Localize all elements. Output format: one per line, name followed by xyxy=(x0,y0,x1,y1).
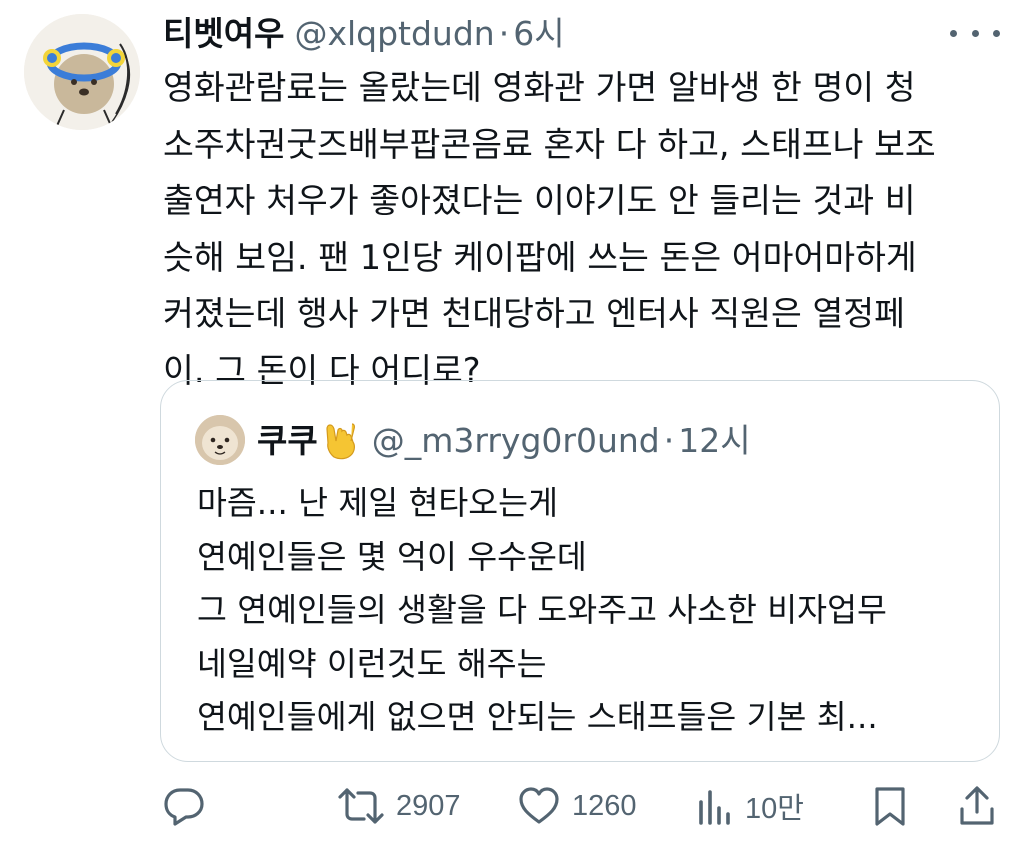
tweet-text: 영화관람료는 올랐는데 영화관 가면 알바생 한 명이 청 소주차권굿즈배부팝콘… xyxy=(163,60,993,399)
quoted-text: 마즘... 난 제일 현타오는게 연예인들은 몇 억이 우수운데 그 연예인들의… xyxy=(197,477,977,745)
tweet-time[interactable]: 6시 xyxy=(513,10,564,58)
rock-on-emoji xyxy=(322,421,360,461)
views-count: 10만 xyxy=(745,793,804,825)
share-icon xyxy=(960,786,994,825)
retweet-count: 2907 xyxy=(396,789,461,822)
quoted-time: 12시 xyxy=(678,421,751,460)
tweet-text-line: 슷해 보임. 팬 1인당 케이팝에 쓰는 돈은 어마어마하게 xyxy=(163,237,917,277)
quoted-tweet[interactable]: 쿠쿠 @_m3rryg0r0und · 12시 마즘... 난 제일 현타오는게… xyxy=(160,380,1000,762)
retweet-icon xyxy=(338,788,384,824)
avatar-image xyxy=(24,14,140,130)
quoted-text-line: 연예인들에게 없으면 안되는 스태프들은 기본 최... xyxy=(197,698,878,736)
quoted-author-name: 쿠쿠 xyxy=(257,421,318,460)
more-icon[interactable] xyxy=(950,18,1000,48)
views-button[interactable]: 10만 xyxy=(697,781,804,831)
quoted-text-line: 연예인들은 몇 억이 우수운데 xyxy=(197,537,587,576)
reply-button[interactable] xyxy=(163,781,205,831)
author-avatar[interactable] xyxy=(24,14,140,130)
like-count: 1260 xyxy=(572,789,637,822)
quoted-text-line: 그 연예인들의 생활을 다 도와주고 사소한 비자업무 xyxy=(197,591,887,629)
more-dot xyxy=(971,29,979,37)
views-icon xyxy=(699,790,730,825)
like-button[interactable]: 1260 xyxy=(518,781,637,831)
separator-dot: · xyxy=(663,421,675,460)
quoted-text-line: 네일예약 이런것도 해주는 xyxy=(197,644,547,683)
quoted-header: 쿠쿠 @_m3rryg0r0und · 12시 xyxy=(257,419,751,463)
tweet-text-line: 커졌는데 행사 가면 천대당하고 엔터사 직원은 열정페 xyxy=(163,294,905,333)
author-handle[interactable]: @xlqptdudn xyxy=(294,10,494,58)
author-name[interactable]: 티벳여우 xyxy=(163,10,284,58)
retweet-button[interactable]: 2907 xyxy=(338,781,461,831)
bookmark-icon xyxy=(875,787,905,826)
quoted-avatar-image xyxy=(195,415,245,465)
share-button[interactable] xyxy=(958,781,996,831)
tweet-text-line: 소주차권굿즈배부팝콘음료 혼자 다 하고, 스태프나 보조 xyxy=(163,124,936,164)
separator-dot: · xyxy=(498,14,510,53)
quoted-author-handle: @_m3rryg0r0und xyxy=(371,421,660,460)
tweet-text-line: 출연자 처우가 좋아졌다는 이야기도 안 들리는 것과 비 xyxy=(163,181,916,220)
tweet-text-line: 영화관람료는 올랐는데 영화관 가면 알바생 한 명이 청 xyxy=(163,68,916,107)
reply-icon xyxy=(164,788,204,826)
quoted-text-line: 마즘... 난 제일 현타오는게 xyxy=(197,484,558,522)
tweet-header: 티벳여우 @xlqptdudn · 6시 xyxy=(163,10,565,58)
like-icon xyxy=(519,787,559,824)
more-dot xyxy=(950,29,957,37)
bookmark-button[interactable] xyxy=(872,781,908,831)
more-dot xyxy=(993,29,1000,37)
quoted-author-avatar xyxy=(195,415,245,465)
